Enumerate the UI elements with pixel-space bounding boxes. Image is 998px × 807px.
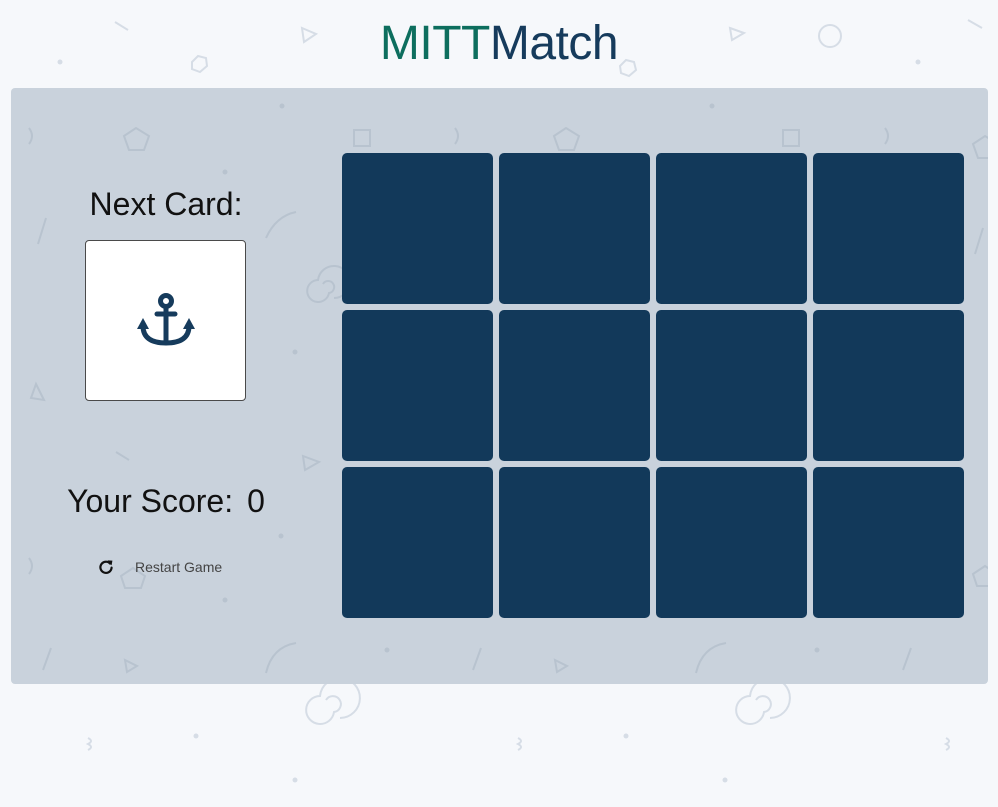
memory-card[interactable] — [813, 310, 964, 461]
memory-card[interactable] — [342, 153, 493, 304]
anchor-icon — [136, 292, 195, 345]
next-card-label: Next Card: — [89, 186, 243, 222]
game-panel: Next Card: Your Score: 0 Restart Game — [11, 88, 988, 684]
memory-card[interactable] — [813, 153, 964, 304]
memory-card[interactable] — [656, 153, 807, 304]
title-part-mitt: MITT — [379, 17, 490, 70]
memory-card[interactable] — [499, 467, 650, 618]
memory-card[interactable] — [499, 153, 650, 304]
memory-card[interactable] — [656, 467, 807, 618]
memory-card[interactable] — [342, 467, 493, 618]
restart-game-button[interactable]: Restart Game — [97, 558, 222, 576]
memory-card[interactable] — [499, 310, 650, 461]
score-label: Your Score: — [67, 483, 234, 519]
memory-card[interactable] — [656, 310, 807, 461]
refresh-icon — [97, 558, 115, 576]
memory-card[interactable] — [813, 467, 964, 618]
card-grid — [342, 153, 966, 619]
title-part-match: Match — [489, 17, 619, 70]
score-display: Your Score: 0 — [41, 483, 291, 519]
memory-card[interactable] — [342, 310, 493, 461]
score-value: 0 — [247, 483, 265, 519]
restart-game-label: Restart Game — [135, 559, 223, 575]
next-card-preview — [85, 240, 246, 401]
page-title: MITTMatch — [0, 16, 998, 72]
